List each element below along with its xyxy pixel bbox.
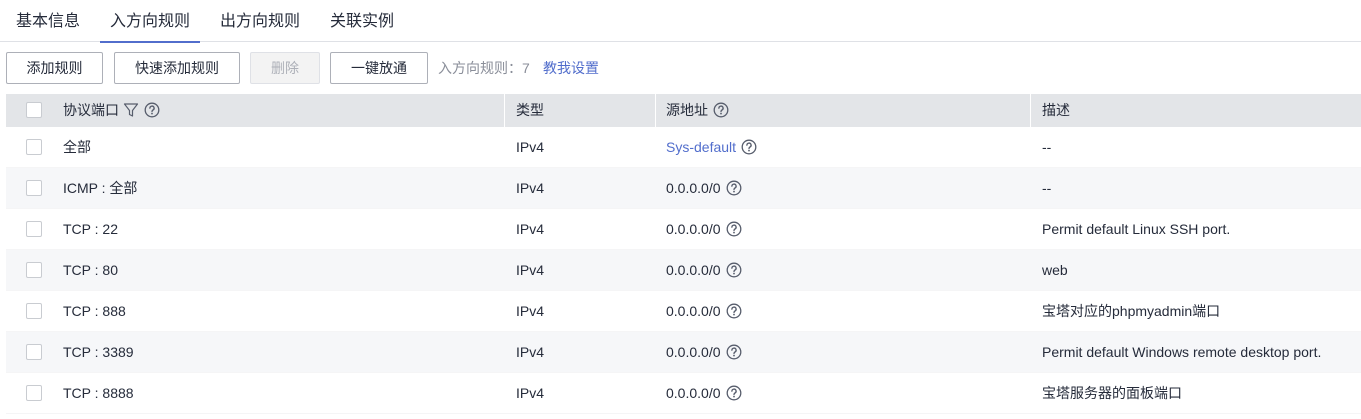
question-circle-icon[interactable] [726,221,742,237]
row-checkbox[interactable] [26,303,42,319]
row-checkbox[interactable] [26,385,42,401]
source-link[interactable]: Sys-default [666,139,736,155]
question-circle-icon[interactable] [713,102,729,118]
cell-source: 0.0.0.0/0 [666,373,742,414]
cell-description: -- [1042,180,1052,196]
row-checkbox[interactable] [26,344,42,360]
header-divider [655,94,656,127]
tab-outbound-rules[interactable]: 出方向规则 [219,0,301,42]
table-row: TCP : 888 IPv4 0.0.0.0/0 宝塔对应的phpmyadmin端口 [6,291,1361,332]
source-value: 0.0.0.0/0 [666,221,721,237]
source-value: 0.0.0.0/0 [666,344,721,360]
select-all-checkbox[interactable] [26,102,42,118]
cell-protocol-port: TCP : 80 [63,262,118,278]
row-checkbox[interactable] [26,139,42,155]
table-row: 全部 IPv4 Sys-default -- [6,127,1361,168]
rule-count-value: 7 [522,60,530,76]
question-circle-icon[interactable] [144,102,160,118]
cell-type: IPv4 [516,344,545,360]
table-body: 全部 IPv4 Sys-default -- ICMP : 全部 IPv4 0.0.0.0/… [6,127,1361,414]
cell-description: web [1042,262,1068,278]
cell-source: 0.0.0.0/0 [666,332,742,373]
help-setup-link[interactable]: 教我设置 [543,52,599,84]
header-divider [504,94,505,127]
question-circle-icon[interactable] [726,385,742,401]
cell-type: IPv4 [516,180,545,196]
tab-inbound-rules[interactable]: 入方向规则 [100,0,200,43]
cell-source: 0.0.0.0/0 [666,291,742,332]
cell-description: -- [1042,139,1052,155]
cell-type: IPv4 [516,303,545,319]
delete-button[interactable]: 删除 [250,52,320,84]
quick-add-rule-button[interactable]: 快速添加规则 [114,52,240,84]
cell-type: IPv4 [516,262,545,278]
table-row: ICMP : 全部 IPv4 0.0.0.0/0 -- [6,168,1361,209]
row-checkbox[interactable] [26,221,42,237]
cell-protocol-port: 全部 [63,139,91,155]
rule-count-label: 入方向规则： [438,60,522,76]
rule-count: 入方向规则：7 [438,52,530,84]
tab-associated-instances[interactable]: 关联实例 [329,0,395,42]
table-row: TCP : 3389 IPv4 0.0.0.0/0 Permit default Wi… [6,332,1361,373]
cell-description: Permit default Linux SSH port. [1042,221,1231,237]
header-source: 源地址 [666,94,729,127]
source-value: 0.0.0.0/0 [666,385,721,401]
tab-bar: 基本信息 入方向规则 出方向规则 关联实例 [0,0,1361,43]
cell-protocol-port: TCP : 22 [63,221,118,237]
table-row: TCP : 22 IPv4 0.0.0.0/0 Permit default Linu… [6,209,1361,250]
tab-basic-info[interactable]: 基本信息 [14,0,82,42]
inbound-rules-table: 协议端口 类型 源地址 描述 全部 IPv4 Sys-default -- ICMP :… [6,94,1361,414]
cell-source: 0.0.0.0/0 [666,209,742,250]
cell-protocol-port: TCP : 8888 [63,385,134,401]
cell-type: IPv4 [516,139,545,155]
cell-protocol-port: TCP : 3389 [63,344,134,360]
cell-protocol-port: ICMP : 全部 [63,180,138,196]
row-checkbox[interactable] [26,180,42,196]
header-type: 类型 [516,102,544,118]
cell-description: 宝塔对应的phpmyadmin端口 [1042,303,1221,319]
question-circle-icon[interactable] [726,303,742,319]
header-protocol-port-label: 协议端口 [63,102,119,118]
row-checkbox[interactable] [26,262,42,278]
table-row: TCP : 80 IPv4 0.0.0.0/0 web [6,250,1361,291]
filter-icon[interactable] [123,102,139,118]
header-description: 描述 [1042,102,1070,118]
add-rule-button[interactable]: 添加规则 [6,52,103,84]
question-circle-icon[interactable] [726,262,742,278]
cell-description: 宝塔服务器的面板端口 [1042,385,1182,401]
header-divider [1030,94,1031,127]
question-circle-icon[interactable] [726,344,742,360]
header-protocol-port: 协议端口 [63,94,160,127]
toolbar: 添加规则 快速添加规则 删除 一键放通 入方向规则：7 教我设置 [0,52,1361,84]
cell-source: 0.0.0.0/0 [666,250,742,291]
cell-type: IPv4 [516,385,545,401]
source-value: 0.0.0.0/0 [666,180,721,196]
question-circle-icon[interactable] [726,180,742,196]
header-source-label: 源地址 [666,102,708,118]
cell-source: Sys-default [666,127,757,168]
question-circle-icon[interactable] [741,139,757,155]
table-header: 协议端口 类型 源地址 描述 [6,94,1361,127]
cell-source: 0.0.0.0/0 [666,168,742,209]
cell-protocol-port: TCP : 888 [63,303,126,319]
source-value: 0.0.0.0/0 [666,262,721,278]
cell-type: IPv4 [516,221,545,237]
table-row: TCP : 8888 IPv4 0.0.0.0/0 宝塔服务器的面板端口 [6,373,1361,414]
one-click-open-button[interactable]: 一键放通 [330,52,428,84]
cell-description: Permit default Windows remote desktop po… [1042,344,1322,360]
source-value: 0.0.0.0/0 [666,303,721,319]
